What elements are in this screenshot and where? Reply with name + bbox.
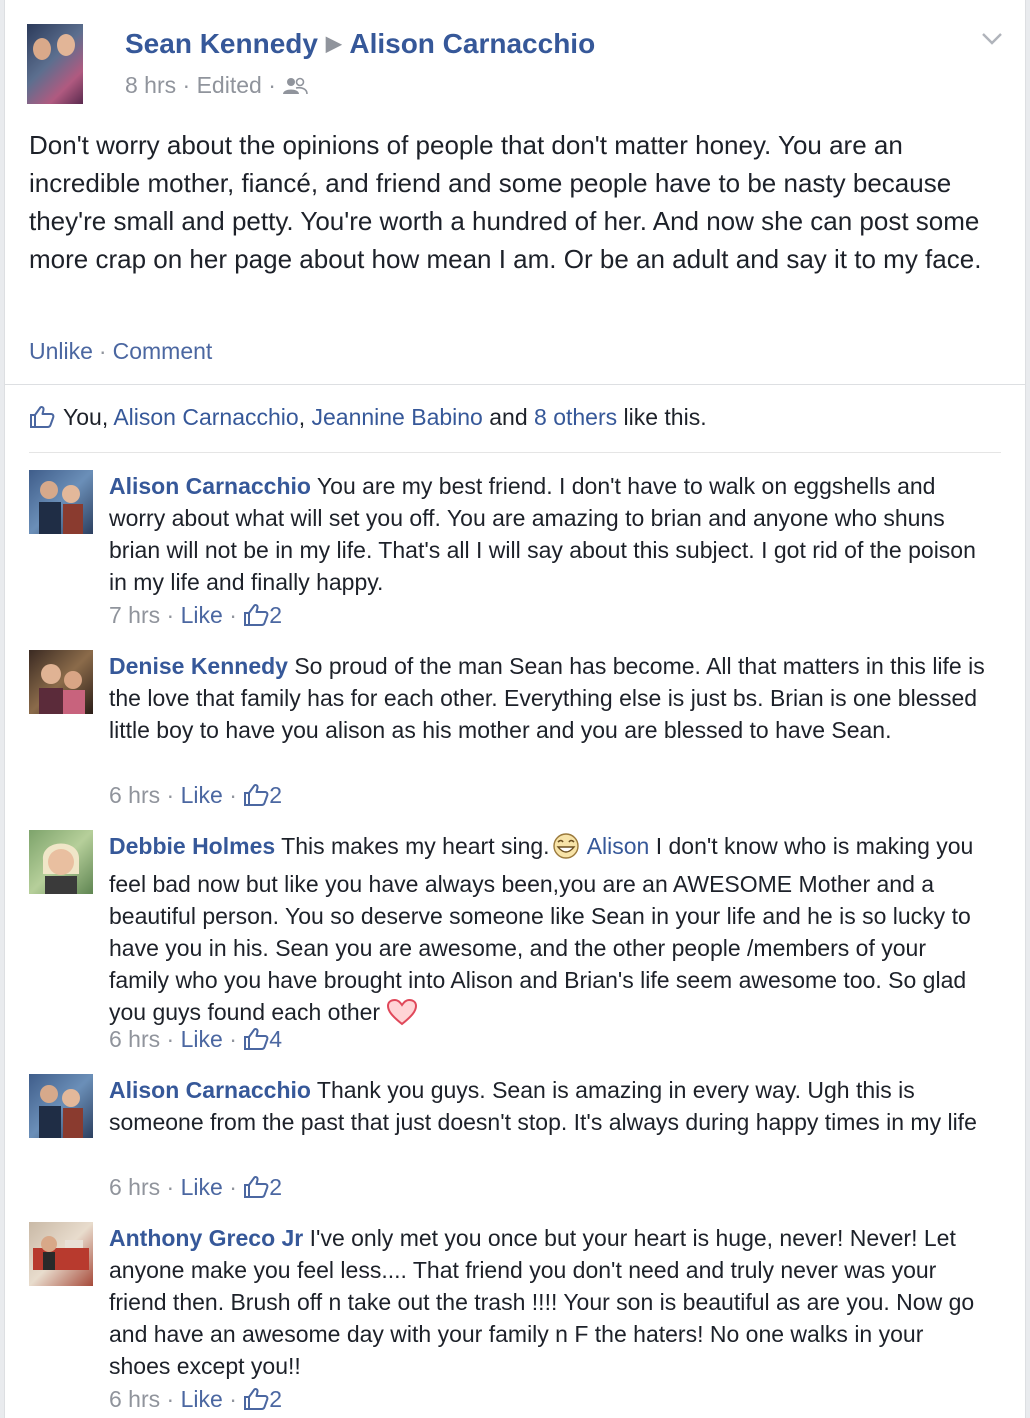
commenter-avatar[interactable] [29, 1222, 93, 1286]
comment-like-count[interactable]: 2 [269, 1386, 282, 1412]
commenter-name-link[interactable]: Alison Carnacchio [109, 473, 311, 499]
separator: · [166, 1174, 175, 1200]
comment-like-count[interactable]: 4 [269, 1026, 282, 1052]
commenter-avatar[interactable] [29, 470, 93, 534]
separator: · [229, 1174, 237, 1200]
separator: · [166, 602, 175, 628]
avatar-face-left [33, 38, 51, 60]
thumbs-up-icon [29, 405, 55, 435]
thumbs-up-icon [243, 1387, 269, 1417]
post-actions: Unlike · Comment [29, 338, 212, 365]
post-header-section: Sean Kennedy ▶ Alison Carnacchio 8 hrs · E… [5, 0, 1025, 385]
comment-text-block: Denise Kennedy So proud of the man Sean … [109, 650, 989, 746]
comment-link[interactable]: Comment [113, 338, 213, 364]
comment-like-count[interactable]: 2 [269, 782, 282, 808]
comment-like-link[interactable]: Like [181, 1026, 223, 1052]
thumbs-up-icon [243, 1027, 269, 1057]
avatar-face-right [57, 34, 75, 56]
thumbs-up-icon [243, 1175, 269, 1205]
target-name-link[interactable]: Alison Carnacchio [349, 28, 595, 59]
chevron-down-icon[interactable] [981, 32, 1003, 51]
comment-meta: 6 hrs · Like · 4 [109, 1026, 282, 1057]
comment-meta: 6 hrs · Like · 2 [109, 1386, 282, 1417]
mention-link[interactable]: Alison [587, 833, 650, 859]
comment-text-block: Alison Carnacchio Thank you guys. Sean i… [109, 1074, 989, 1138]
thumbs-up-icon [243, 783, 269, 813]
friends-audience-icon[interactable] [282, 75, 309, 102]
author-avatar[interactable] [27, 24, 83, 104]
separator: · [166, 782, 175, 808]
likes-suffix: like this. [623, 404, 707, 430]
comment-text-block: Debbie Holmes This makes my heart sing. … [109, 830, 989, 1034]
comment-like-link[interactable]: Like [181, 782, 223, 808]
commenter-avatar[interactable] [29, 1074, 93, 1138]
comment-like-link[interactable]: Like [181, 602, 223, 628]
separator: · [268, 72, 276, 98]
edited-label[interactable]: Edited [197, 72, 262, 98]
separator: · [229, 602, 237, 628]
commenter-name-link[interactable]: Debbie Holmes [109, 833, 275, 859]
commenter-name-link[interactable]: Denise Kennedy [109, 653, 288, 679]
commenter-name-link[interactable]: Anthony Greco Jr [109, 1225, 303, 1251]
comment-meta: 6 hrs · Like · 2 [109, 1174, 282, 1205]
likes-summary: You, Alison Carnacchio, Jeannine Babino … [29, 404, 707, 435]
comment-meta: 6 hrs · Like · 2 [109, 782, 282, 813]
separator: · [229, 1386, 237, 1412]
comment-meta: 7 hrs · Like · 2 [109, 602, 282, 633]
thumbs-up-icon [243, 603, 269, 633]
likes-comma: , [298, 404, 306, 430]
likes-and: and [489, 404, 528, 430]
post-card: Sean Kennedy ▶ Alison Carnacchio 8 hrs · E… [4, 0, 1026, 1418]
liker-link[interactable]: Jeannine Babino [311, 404, 482, 430]
comment-like-link[interactable]: Like [181, 1386, 223, 1412]
comment-timestamp[interactable]: 6 hrs [109, 1386, 160, 1412]
commenter-avatar[interactable] [29, 650, 93, 714]
divider [29, 452, 1001, 453]
separator: · [182, 72, 191, 98]
arrow-right-icon: ▶ [325, 33, 342, 55]
comment-timestamp[interactable]: 7 hrs [109, 602, 160, 628]
comment-body: I don't know who is making you feel bad … [109, 833, 974, 1025]
separator: · [229, 1026, 237, 1052]
separator: · [98, 338, 107, 364]
comment-timestamp[interactable]: 6 hrs [109, 1174, 160, 1200]
separator: · [229, 782, 237, 808]
grin-emoji-icon [550, 832, 582, 868]
comment-timestamp[interactable]: 6 hrs [109, 1026, 160, 1052]
liker-link[interactable]: Alison Carnacchio [113, 404, 298, 430]
post-timestamp[interactable]: 8 hrs [125, 72, 176, 98]
comment-like-count[interactable]: 2 [269, 1174, 282, 1200]
likes-you: You, [63, 404, 109, 430]
unlike-link[interactable]: Unlike [29, 338, 93, 364]
comment-like-link[interactable]: Like [181, 1174, 223, 1200]
comment-like-count[interactable]: 2 [269, 602, 282, 628]
post-body-text: Don't worry about the opinions of people… [29, 130, 982, 274]
author-name-link[interactable]: Sean Kennedy [125, 28, 318, 59]
separator: · [166, 1386, 175, 1412]
comment-body: This makes my heart sing. [281, 833, 550, 859]
comment-text-block: Alison Carnacchio You are my best friend… [109, 470, 989, 598]
commenter-avatar[interactable] [29, 830, 93, 894]
separator: · [166, 1026, 175, 1052]
likes-others-link[interactable]: 8 others [534, 404, 617, 430]
heart-icon [386, 998, 418, 1034]
post-author-line: Sean Kennedy ▶ Alison Carnacchio [125, 28, 595, 60]
post-meta: 8 hrs · Edited · [125, 72, 309, 102]
comment-text-block: Anthony Greco Jr I've only met you once … [109, 1222, 989, 1382]
commenter-name-link[interactable]: Alison Carnacchio [109, 1077, 311, 1103]
comment-timestamp[interactable]: 6 hrs [109, 782, 160, 808]
